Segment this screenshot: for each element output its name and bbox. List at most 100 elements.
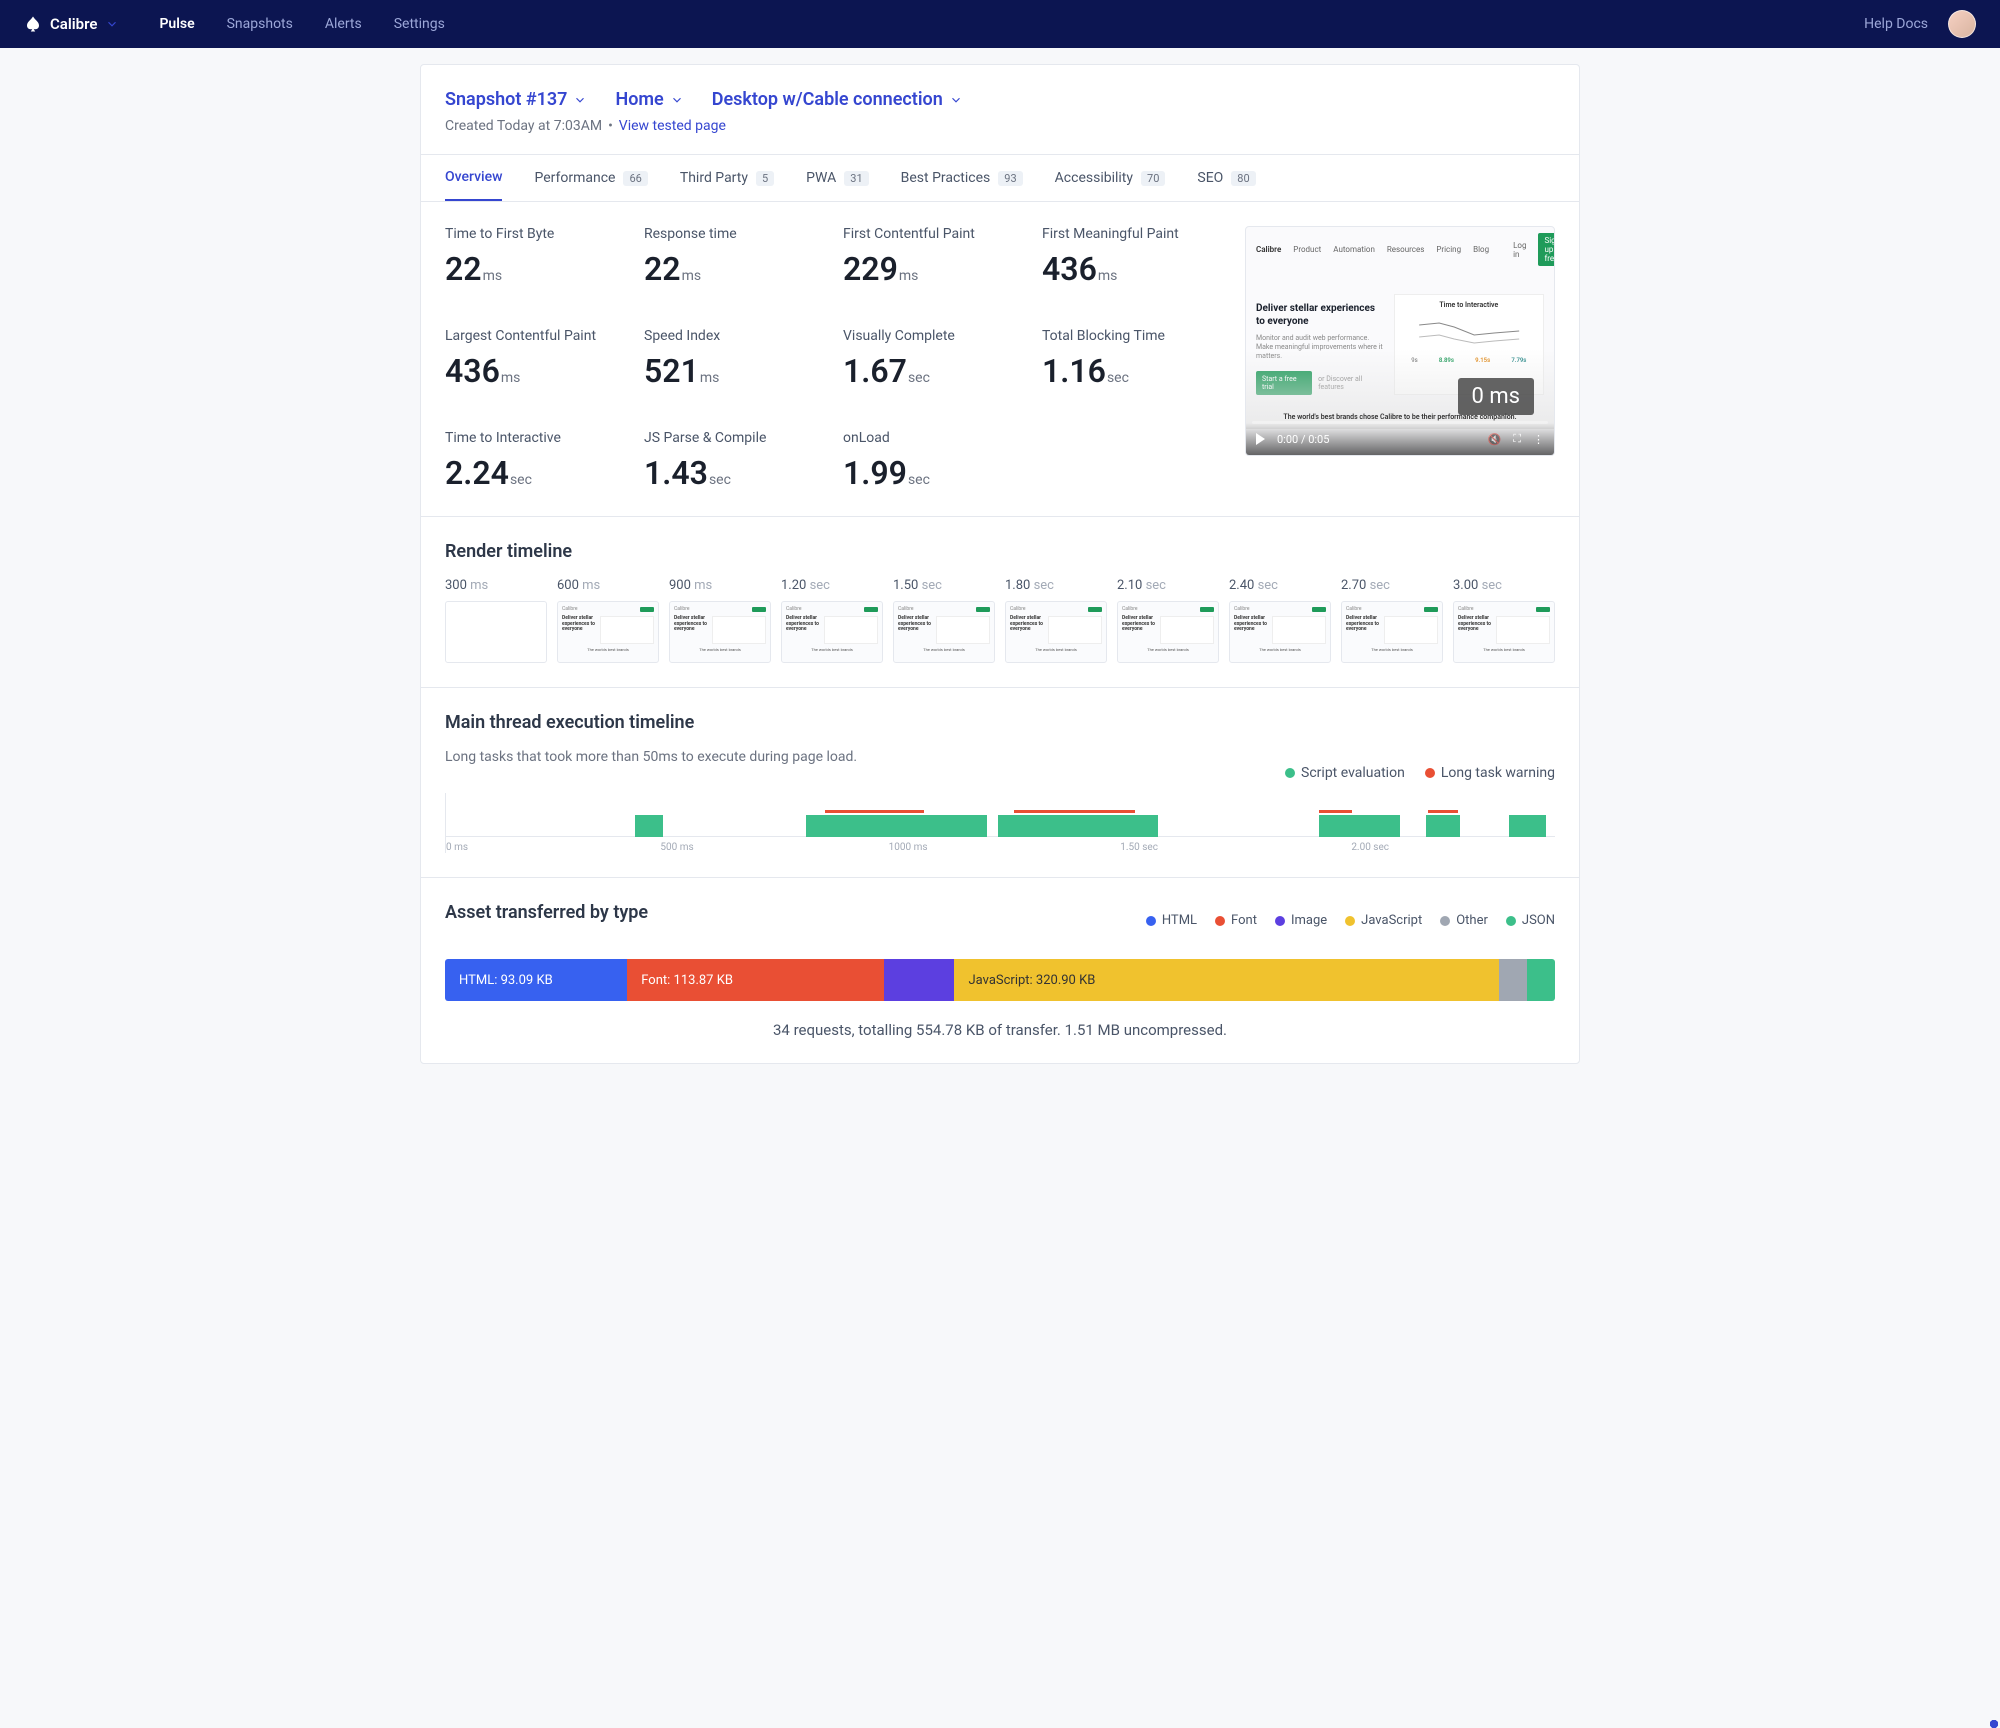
metric-label: Total Blocking Time [1042,328,1221,344]
render-frame[interactable]: 3.00 secCalibreDeliver stellarexperience… [1453,578,1555,663]
legend-item: JSON [1506,913,1555,928]
metric-value: 436ms [445,352,624,390]
metric-value: 22ms [445,250,624,288]
video-player[interactable]: Calibre ProductAutomationResourcesPricin… [1245,226,1555,456]
render-frame[interactable]: 1.20 secCalibreDeliver stellarexperience… [781,578,883,663]
long-task-warning [1014,810,1134,813]
metric-label: Largest Contentful Paint [445,328,624,344]
render-frame[interactable]: 1.50 secCalibreDeliver stellarexperience… [893,578,995,663]
nav-snapshots[interactable]: Snapshots [227,16,293,32]
metric-label: Visually Complete [843,328,1022,344]
asset-segment [1499,959,1527,1001]
render-frame[interactable]: 900 msCalibreDeliver stellarexperiences … [669,578,771,663]
nav-pulse[interactable]: Pulse [159,16,194,32]
render-frame[interactable]: 2.40 secCalibreDeliver stellarexperience… [1229,578,1331,663]
render-timeline: 300 ms 600 msCalibreDeliver stellarexperi… [445,578,1555,663]
assets-section: Asset transferred by type HTMLFontImageJ… [421,878,1579,1063]
legend-item: Other [1440,913,1488,928]
asset-segment: JavaScript: 320.90 KB [954,959,1499,1001]
metric-label: First Contentful Paint [843,226,1022,242]
volume-icon[interactable]: 🔇 [1488,433,1502,446]
page-header: Snapshot #137 Home Desktop w/Cable conne… [421,65,1579,154]
breadcrumbs: Snapshot #137 Home Desktop w/Cable conne… [445,89,1555,110]
legend-item: Image [1275,913,1327,928]
metric-label: First Meaningful Paint [1042,226,1221,242]
metric: Time to First Byte22ms [445,226,624,288]
render-frame-label: 300 ms [445,578,547,593]
asset-segment [884,959,954,1001]
play-icon[interactable] [1256,433,1265,445]
metric: First Meaningful Paint 436ms [1042,226,1221,288]
tab-performance[interactable]: Performance66 [534,155,647,201]
render-frame-label: 1.50 sec [893,578,995,593]
metric-label: Speed Index [644,328,823,344]
metric: Largest Contentful Paint 436ms [445,328,624,390]
nav-alerts[interactable]: Alerts [325,16,362,32]
metric-value: 229ms [843,250,1022,288]
tab-seo[interactable]: SEO80 [1197,155,1255,201]
long-task-warning [1319,810,1351,813]
asset-summary: 34 requests, totalling 554.78 KB of tran… [445,1021,1555,1039]
tab-badge: 70 [1141,171,1165,186]
script-evaluation-bar [1426,815,1461,837]
brand-menu[interactable]: Calibre [24,15,119,33]
metric-value: 436ms [1042,250,1221,288]
legend-item: Font [1215,913,1257,928]
metric-value: 22ms [644,250,823,288]
nav-settings[interactable]: Settings [394,16,445,32]
legend-item: JavaScript [1345,913,1422,928]
view-tested-page-link[interactable]: View tested page [619,118,726,134]
crumb-profile[interactable]: Desktop w/Cable connection [712,89,963,110]
script-evaluation-bar [806,815,986,837]
snapshot-subline: Created Today at 7:03AM • View tested pa… [445,118,1555,134]
metric-value: 1.67sec [843,352,1022,390]
crumb-page[interactable]: Home [615,89,683,110]
long-task-warning [1428,810,1458,813]
render-frame[interactable]: 2.70 secCalibreDeliver stellarexperience… [1341,578,1443,663]
metric: Time to Interactive2.24sec [445,430,624,492]
video-time-overlay: 0 ms [1458,378,1534,415]
asset-legend: HTMLFontImageJavaScriptOtherJSON [1146,913,1555,928]
metric-value: 1.16sec [1042,352,1221,390]
metric: First Contentful Paint 229ms [843,226,1022,288]
fullscreen-icon[interactable]: ⛶ [1513,432,1521,446]
tab-pwa[interactable]: PWA31 [806,155,868,201]
tab-overview[interactable]: Overview [445,155,502,201]
render-frame[interactable]: 300 ms [445,578,547,663]
render-frame[interactable]: 1.80 secCalibreDeliver stellarexperience… [1005,578,1107,663]
section-title: Asset transferred by type [445,902,648,923]
crumb-snapshot[interactable]: Snapshot #137 [445,89,587,110]
mtt-chart: 0 ms500 ms1000 ms1.50 sec2.00 sec [445,793,1555,853]
metric-label: onLoad [843,430,1022,446]
metric: Speed Index521ms [644,328,823,390]
render-frame-label: 600 ms [557,578,659,593]
chevron-down-icon [670,93,684,107]
metric-value: 1.99sec [843,454,1022,492]
chevron-down-icon [573,93,587,107]
metric: onLoad 1.99sec [843,430,1022,492]
video-controls[interactable]: 0:00 / 0:05 🔇 ⛶ ⋮ [1246,423,1554,455]
avatar[interactable] [1948,10,1976,38]
nav-links: Pulse Snapshots Alerts Settings [159,16,444,32]
metric: Total Blocking Time 1.16sec [1042,328,1221,390]
more-icon[interactable]: ⋮ [1533,433,1544,446]
render-frame[interactable]: 2.10 secCalibreDeliver stellarexperience… [1117,578,1219,663]
created-at: Created Today at 7:03AM [445,118,602,134]
tab-third-party[interactable]: Third Party5 [680,155,774,201]
render-frame[interactable]: 600 msCalibreDeliver stellarexperiences … [557,578,659,663]
video-time: 0:00 / 0:05 [1277,433,1329,446]
help-docs-link[interactable]: Help Docs [1864,16,1928,32]
script-evaluation-bar [635,815,663,837]
tab-best-practices[interactable]: Best Practices93 [901,155,1023,201]
render-frame-label: 3.00 sec [1453,578,1555,593]
axis-tick: 1.50 sec [1120,842,1158,853]
mtt-legend: Script evaluation Long task warning [1285,765,1555,781]
render-frame-label: 1.80 sec [1005,578,1107,593]
top-nav: Calibre Pulse Snapshots Alerts Settings … [0,0,2000,48]
asset-segment [1527,959,1555,1001]
tab-accessibility[interactable]: Accessibility70 [1055,155,1166,201]
script-evaluation-bar [1319,815,1400,837]
axis-tick: 500 ms [660,842,693,853]
script-evaluation-bar [1509,815,1546,837]
section-subtitle: Long tasks that took more than 50ms to e… [445,749,857,765]
